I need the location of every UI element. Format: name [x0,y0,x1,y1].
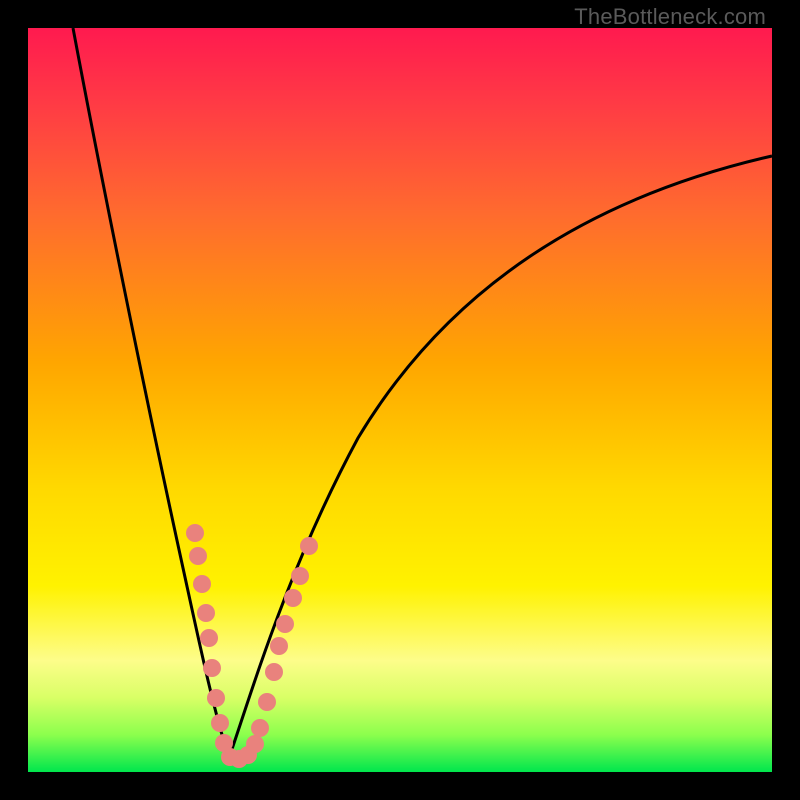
left-branch-curve [73,28,229,758]
highlight-dots [186,524,318,768]
chart-curves [28,28,772,772]
watermark-text: TheBottleneck.com [574,4,766,30]
right-branch-curve [229,156,772,758]
chart-plot-area [28,28,772,772]
